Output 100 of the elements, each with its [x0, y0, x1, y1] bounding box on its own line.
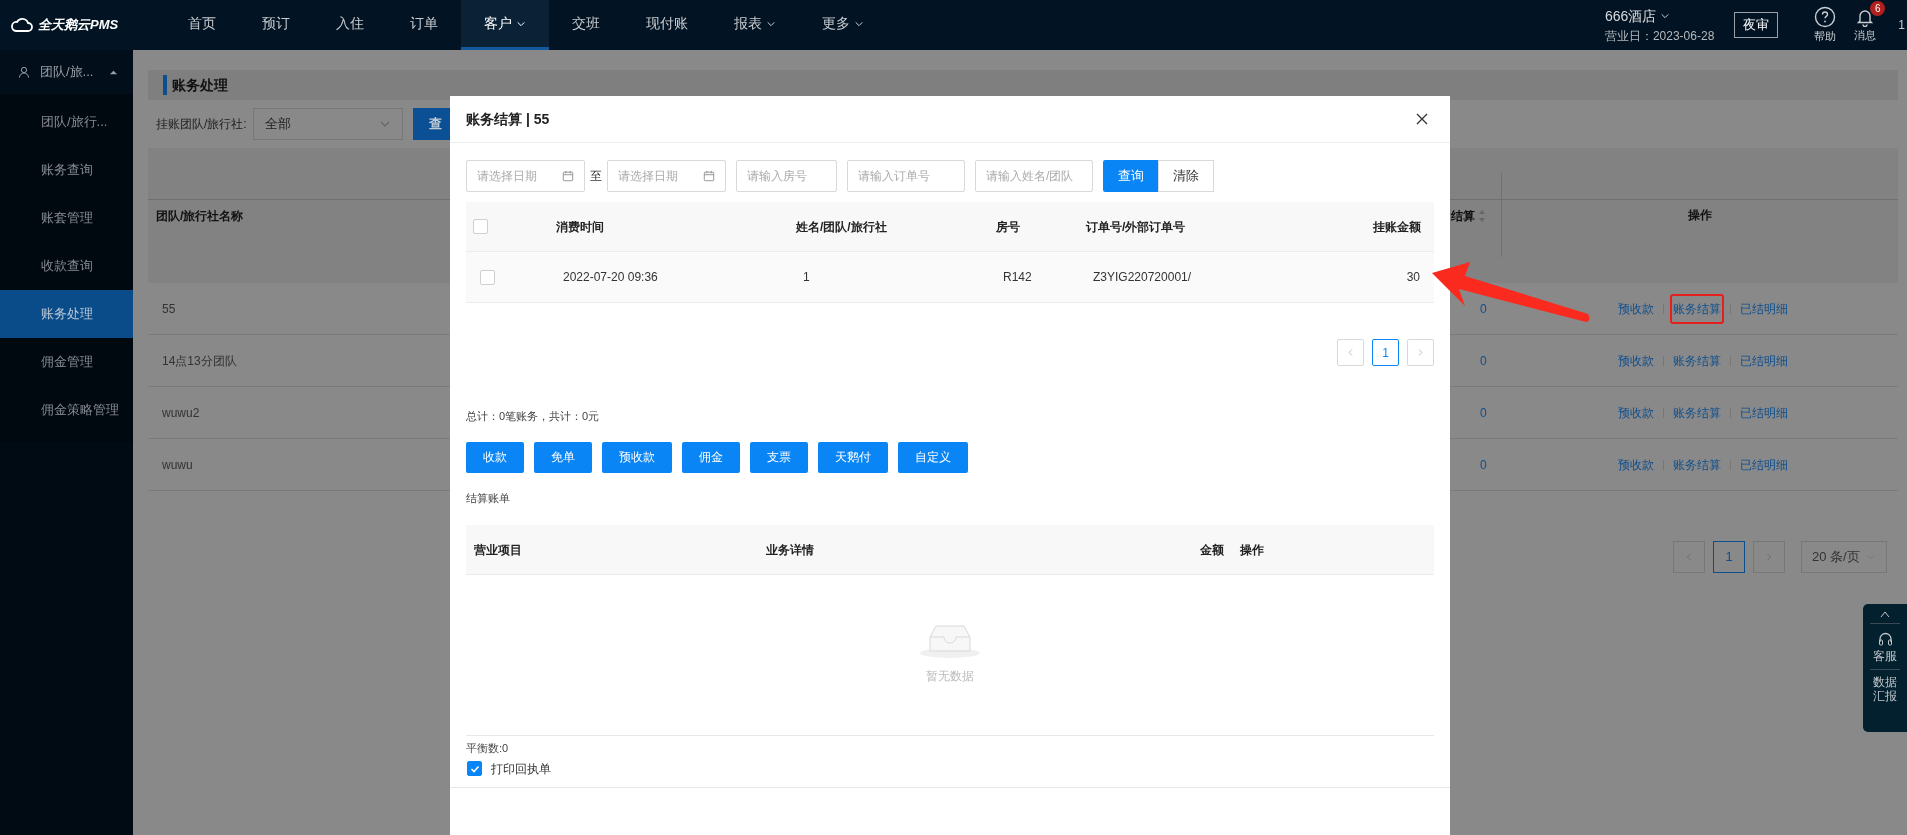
- sort-icon: [1478, 208, 1486, 223]
- action-link[interactable]: 预收款: [1615, 293, 1657, 324]
- sidebar-item[interactable]: 佣金管理: [0, 338, 133, 386]
- table-cell: 55: [162, 301, 176, 316]
- sidebar-item[interactable]: 账务处理: [0, 290, 133, 338]
- checkbox[interactable]: [467, 761, 482, 776]
- column-header: 业务详情: [766, 542, 814, 557]
- caret-icon: [1660, 11, 1671, 21]
- action-link[interactable]: 已结明细: [1737, 397, 1791, 428]
- nav-tab[interactable]: 客户: [461, 0, 549, 50]
- range-separator: 至: [590, 168, 602, 185]
- nav-tab[interactable]: 预订: [239, 0, 313, 50]
- action-button[interactable]: 收款: [466, 441, 524, 473]
- nav-tab[interactable]: 交班: [549, 0, 623, 50]
- table-cell: 0: [1480, 301, 1487, 316]
- column-header: 订单号/外部订单号: [1086, 219, 1186, 234]
- headset-icon[interactable]: [1877, 632, 1893, 646]
- action-button[interactable]: 支票: [750, 441, 808, 473]
- action-button[interactable]: 免单: [534, 441, 592, 473]
- action-button[interactable]: 预收款: [602, 441, 672, 473]
- column-header: 结算: [1451, 207, 1475, 225]
- column-header: 团队/旅行社名称: [156, 207, 244, 225]
- action-link[interactable]: 预收款: [1615, 345, 1657, 376]
- chevron-up-icon[interactable]: [1880, 610, 1890, 618]
- action-button[interactable]: 佣金: [682, 441, 740, 473]
- help-label[interactable]: 帮助: [1814, 27, 1837, 45]
- clear-button[interactable]: 清除: [1158, 160, 1214, 192]
- input-field[interactable]: 请输入订单号: [847, 160, 965, 192]
- night-audit-button[interactable]: 夜审: [1734, 12, 1779, 38]
- column-header: 操作: [1688, 207, 1712, 224]
- hotel-name[interactable]: 666酒店: [1604, 5, 1657, 27]
- action-link[interactable]: 已结明细: [1737, 345, 1791, 376]
- table-cell: 0: [1480, 405, 1487, 420]
- nav-tab[interactable]: 入住: [313, 0, 387, 50]
- sidebar-item[interactable]: 佣金策略管理: [0, 386, 133, 434]
- action-button[interactable]: 自定义: [898, 441, 968, 473]
- column-header: 姓名/团队/旅行社: [796, 219, 887, 234]
- action-link[interactable]: 已结明细: [1737, 293, 1791, 324]
- balance-text: 平衡数:0: [466, 741, 510, 756]
- calendar-icon: [562, 170, 574, 182]
- page-title: 账务处理: [172, 75, 228, 95]
- column-header: 操作: [1240, 542, 1264, 557]
- search-button[interactable]: 查询: [1103, 160, 1158, 192]
- input-field[interactable]: 请输入姓名/团队: [975, 160, 1093, 192]
- column-header: 挂账金额: [1373, 219, 1421, 234]
- action-link[interactable]: 账务结算: [1670, 397, 1724, 428]
- checkbox-label[interactable]: 打印回执单: [491, 759, 551, 778]
- table-cell: wuwu2: [162, 405, 200, 420]
- table-cell: 14点13分团队: [162, 353, 237, 368]
- action-link[interactable]: 已结明细: [1737, 449, 1791, 480]
- action-link[interactable]: 账务结算: [1670, 449, 1724, 480]
- action-link[interactable]: 预收款: [1615, 449, 1657, 480]
- nav-tab[interactable]: 订单: [387, 0, 461, 50]
- nav-tab[interactable]: 首页: [165, 0, 239, 50]
- action-link[interactable]: 预收款: [1615, 397, 1657, 428]
- summary-text: 总计：0笔账务，共计：0元: [466, 409, 601, 424]
- table-cell: 1: [803, 270, 810, 284]
- nav-tab[interactable]: 现付账: [623, 0, 711, 50]
- agency-select[interactable]: 全部: [252, 108, 403, 140]
- table-cell: R142: [1003, 270, 1032, 284]
- user-name[interactable]: 1: [1898, 16, 1905, 34]
- table-cell: Z3YIG220720001/: [1093, 270, 1192, 284]
- table-cell: 30: [1406, 270, 1420, 284]
- table-cell: wuwu: [162, 457, 193, 472]
- table-cell: 2022-07-20 09:36: [563, 270, 658, 284]
- cloud-icon: [10, 17, 34, 33]
- action-button[interactable]: 天鹅付: [818, 441, 888, 473]
- customer-service-link[interactable]: 客服: [1873, 647, 1897, 665]
- sidebar-item[interactable]: 账务查询: [0, 146, 133, 194]
- page-button[interactable]: 1: [1372, 339, 1399, 366]
- checkbox[interactable]: [480, 269, 495, 285]
- business-date: 营业日：2023-06-28: [1604, 27, 1715, 45]
- messages-label[interactable]: 消息: [1854, 26, 1877, 44]
- logo-text: 全天鹅云PMS: [38, 16, 119, 35]
- close-icon[interactable]: [1416, 113, 1428, 125]
- section-title: 结算账单: [466, 490, 511, 506]
- check-icon: [469, 763, 480, 774]
- sidebar-item[interactable]: 收款查询: [0, 242, 133, 290]
- sidebar-item[interactable]: 账套管理: [0, 194, 133, 242]
- calendar-icon: [703, 170, 715, 182]
- action-link[interactable]: 账务结算: [1670, 345, 1724, 376]
- column-header: 金额: [1200, 542, 1224, 557]
- table-cell: 0: [1480, 353, 1487, 368]
- sidebar-item[interactable]: 团队/旅行...: [0, 98, 133, 146]
- column-header: 营业项目: [474, 542, 522, 557]
- filter-label: 挂账团队/旅行社:: [156, 116, 247, 133]
- nav-tab[interactable]: 更多: [799, 0, 887, 50]
- table-cell: 0: [1480, 457, 1487, 472]
- sidebar-group[interactable]: 团队/旅...: [0, 50, 133, 94]
- checkbox[interactable]: [473, 219, 488, 234]
- action-link[interactable]: 账务结算: [1670, 293, 1724, 324]
- column-header: 房号: [996, 219, 1020, 234]
- report-link[interactable]: 数据汇报: [1873, 675, 1897, 704]
- help-icon[interactable]: [1814, 5, 1837, 28]
- page-size-select[interactable]: 20 条/页: [1801, 541, 1887, 573]
- empty-text: 暂无数据: [926, 668, 974, 685]
- person-icon: [18, 66, 30, 78]
- nav-tab[interactable]: 报表: [711, 0, 799, 50]
- input-field[interactable]: 请输入房号: [736, 160, 837, 192]
- column-header: 消费时间: [556, 219, 604, 234]
